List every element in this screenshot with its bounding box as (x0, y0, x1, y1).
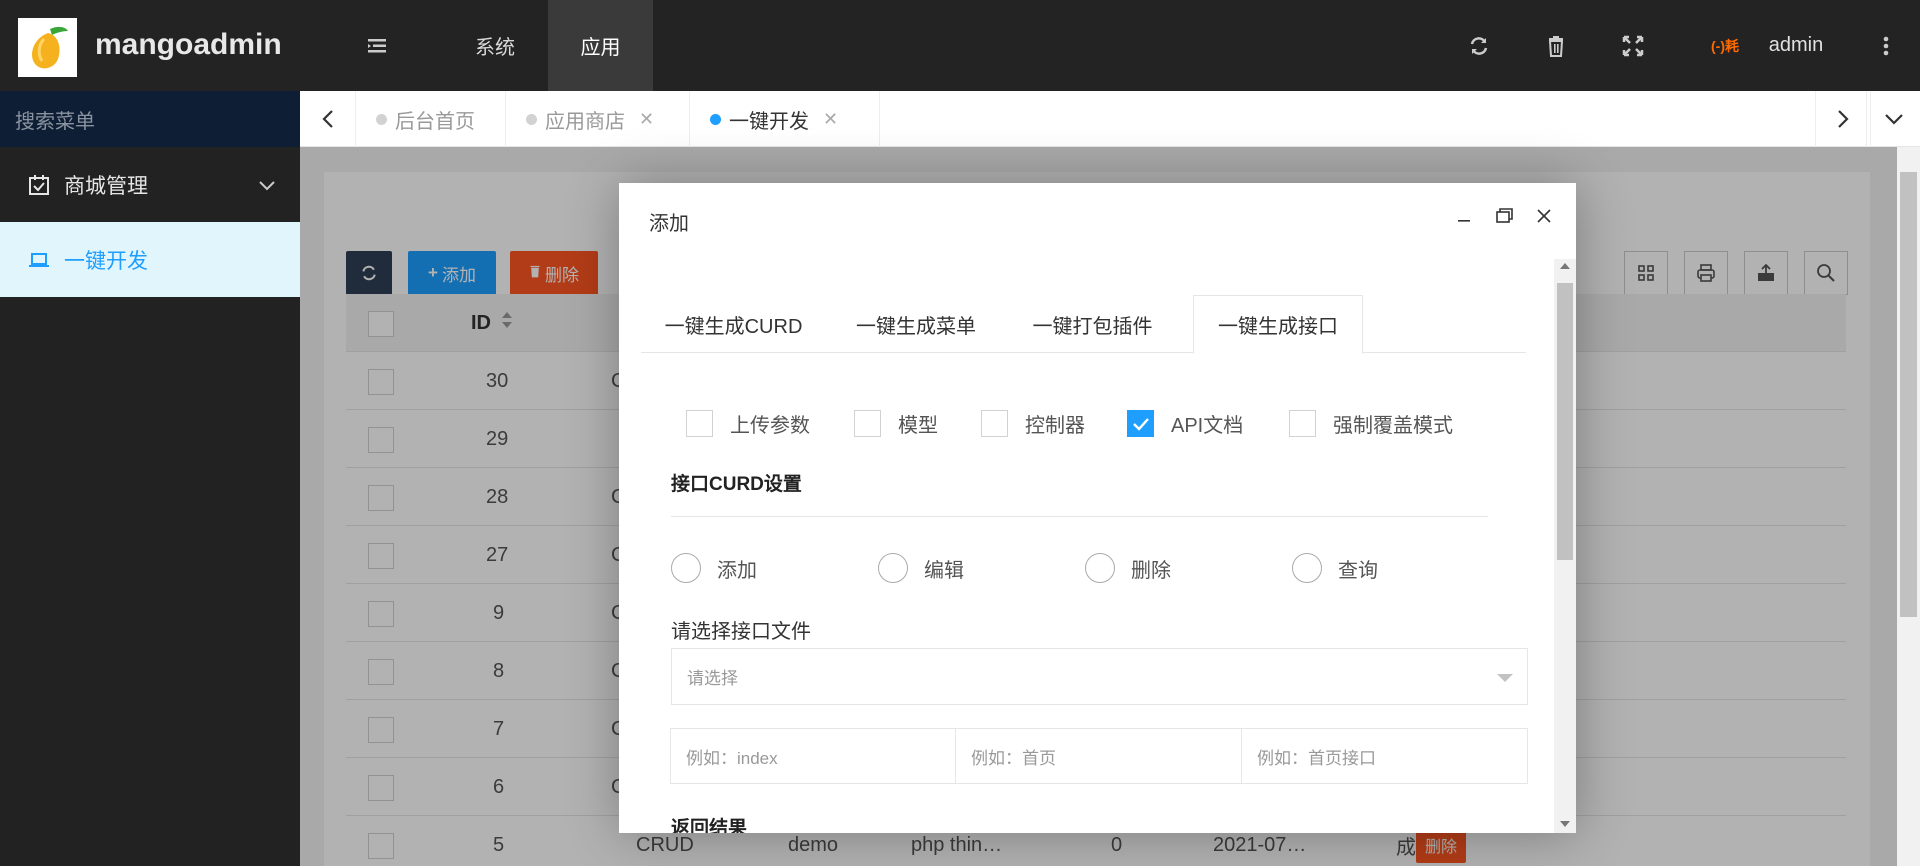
radio-circle[interactable] (671, 553, 701, 583)
radio-circle[interactable] (1085, 553, 1115, 583)
api-doc-checkbox[interactable]: API文档 (1127, 409, 1243, 438)
radio-label: 删除 (1131, 559, 1171, 582)
radio-circle[interactable] (878, 553, 908, 583)
sidebar-item-dev[interactable]: 一键开发 (0, 222, 300, 297)
minimize-icon[interactable] (1449, 201, 1479, 231)
radio-label: 查询 (1338, 559, 1378, 582)
radio-delete[interactable]: 删除 (1085, 553, 1171, 583)
nav-system[interactable]: 系统 (452, 0, 538, 91)
top-header: mangoadmin 系统 应用 (-)耗 admin (0, 0, 1920, 91)
tab-dot-icon (526, 113, 537, 125)
refresh-icon[interactable] (1454, 0, 1504, 91)
user-name[interactable]: admin (1760, 0, 1832, 91)
close-icon[interactable] (1529, 201, 1559, 231)
tab-label: 一键开发 (729, 110, 809, 133)
tab-generate-api[interactable]: 一键生成接口 (1193, 295, 1363, 354)
section-title-curd: 接口CURD设置 (671, 474, 802, 495)
radio-label: 编辑 (924, 559, 964, 582)
dialog-scrollbar[interactable] (1554, 259, 1576, 833)
tab-label: 后台首页 (395, 110, 475, 133)
tabs-next-button[interactable] (1815, 91, 1871, 147)
sidebar-item-label: 一键开发 (64, 249, 148, 273)
trash-icon[interactable] (1531, 0, 1581, 91)
sidebar: 搜索菜单 商城管理 一键开发 (0, 91, 300, 866)
tab-generate-curd[interactable]: 一键生成CURD (641, 295, 826, 353)
radio-label: 添加 (717, 559, 757, 582)
checkbox-label: 上传参数 (730, 415, 810, 437)
dialog-tabs: 一键生成CURD 一键生成菜单 一键打包插件 一键生成接口 (641, 295, 1526, 354)
scrollbar-thumb[interactable] (1900, 172, 1917, 617)
mango-logo-icon (31, 26, 68, 68)
chevron-down-icon (259, 173, 275, 197)
close-icon[interactable]: ✕ (823, 109, 838, 130)
add-dialog: 添加 一键生成CURD 一键生成菜单 一键打包插件 一键生成接口 上传参数 模型… (619, 183, 1576, 833)
select-placeholder: 请选择 (687, 669, 738, 688)
scroll-down-icon[interactable] (1560, 821, 1570, 827)
description-input[interactable]: 例如：首页接口 (1241, 728, 1528, 784)
divider (671, 516, 1488, 517)
calendar-check-icon (28, 174, 52, 196)
brand-name: mangoadmin (95, 28, 282, 61)
checkbox-label: 模型 (898, 415, 938, 437)
tab-app-store[interactable]: 应用商店 ✕ (506, 91, 690, 147)
check-icon (1132, 417, 1149, 431)
checkbox-box[interactable] (1127, 410, 1154, 437)
logo (18, 18, 77, 77)
sidebar-item-shop[interactable]: 商城管理 (0, 147, 300, 222)
maximize-icon[interactable] (1489, 201, 1519, 231)
controller-checkbox[interactable]: 控制器 (981, 409, 1085, 438)
file-select-label: 请选择接口文件 (671, 621, 811, 643)
close-icon[interactable]: ✕ (639, 109, 654, 130)
tab-label: 应用商店 (545, 110, 625, 133)
tab-home[interactable]: 后台首页 (356, 91, 506, 147)
radio-query[interactable]: 查询 (1292, 553, 1378, 583)
api-file-select[interactable]: 请选择 (671, 648, 1528, 705)
checkbox-box[interactable] (854, 410, 881, 437)
method-input[interactable]: 例如：index (670, 728, 956, 784)
radio-add[interactable]: 添加 (671, 553, 757, 583)
checkbox-label: API文档 (1171, 415, 1244, 437)
radio-edit[interactable]: 编辑 (878, 553, 964, 583)
page-tabs: 后台首页 应用商店 ✕ 一键开发 ✕ (300, 91, 1920, 147)
force-overwrite-checkbox[interactable]: 强制覆盖模式 (1289, 409, 1453, 438)
checkbox-label: 控制器 (1025, 415, 1085, 437)
nav-apps[interactable]: 应用 (548, 0, 653, 91)
tab-dot-icon (376, 113, 387, 125)
tab-package-plugin[interactable]: 一键打包插件 (1006, 295, 1179, 353)
tab-one-click-dev[interactable]: 一键开发 ✕ (690, 91, 880, 147)
menu-toggle-icon[interactable] (352, 0, 402, 91)
checkbox-box[interactable] (981, 410, 1008, 437)
tab-generate-menu[interactable]: 一键生成菜单 (826, 295, 1006, 353)
checkbox-box[interactable] (1289, 410, 1316, 437)
status-badge[interactable]: (-)耗 (1700, 0, 1750, 91)
caret-down-icon (1497, 674, 1513, 682)
tabs-prev-button[interactable] (300, 91, 356, 147)
menu-search-input[interactable]: 搜索菜单 (0, 91, 300, 147)
radio-circle[interactable] (1292, 553, 1322, 583)
upload-params-checkbox[interactable]: 上传参数 (686, 409, 810, 438)
sidebar-item-label: 商城管理 (64, 174, 148, 198)
scrollbar-thumb[interactable] (1557, 283, 1573, 560)
scroll-up-icon[interactable] (1560, 263, 1570, 269)
dialog-title: 添加 (649, 213, 689, 235)
fullscreen-icon[interactable] (1608, 0, 1658, 91)
checkbox-box[interactable] (686, 410, 713, 437)
page-scrollbar[interactable] (1897, 147, 1920, 866)
more-icon[interactable] (1862, 0, 1910, 91)
checkbox-label: 强制覆盖模式 (1333, 415, 1453, 437)
tab-dot-icon (710, 113, 721, 125)
model-checkbox[interactable]: 模型 (854, 409, 938, 438)
section-title-result: 返回结果 (671, 818, 748, 833)
laptop-icon (28, 251, 52, 269)
tabs-dropdown-button[interactable] (1866, 91, 1920, 147)
title-input[interactable]: 例如：首页 (955, 728, 1242, 784)
